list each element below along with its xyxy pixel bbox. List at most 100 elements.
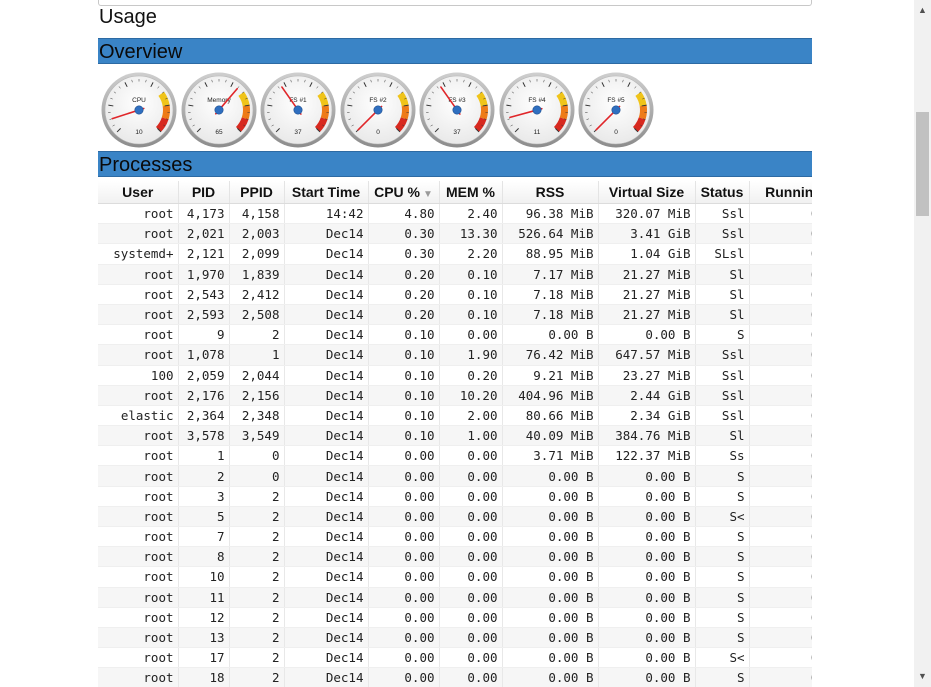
column-header-mem[interactable]: MEM % — [439, 181, 503, 204]
table-cell: 7.17 MiB — [502, 264, 599, 285]
table-cell: 0.10 — [368, 324, 440, 346]
sort-descending-icon[interactable]: ▼ — [423, 189, 433, 200]
table-cell: 647.57 MiB — [598, 344, 696, 366]
table-row[interactable]: root 2,543 2,412 Dec14 0.20 0.10 7.18 MiB 21.27… — [98, 284, 812, 305]
table-row[interactable]: root182Dec140.000.000.00 B0.00 BS00: — [98, 667, 812, 687]
table-row[interactable]: elastic 2,364 2,348 Dec14 0.10 2.00 80.66 MiB 2… — [98, 405, 812, 427]
usage-title: Usage — [99, 6, 157, 28]
table-cell: Ssl — [695, 365, 750, 386]
processes-table-viewport[interactable]: User PID PPID Start Time CPU % ▼ MEM % RSS Virtu… — [98, 181, 812, 687]
table-cell: 0.00 B — [598, 607, 696, 628]
column-header-pid[interactable]: PID — [178, 181, 230, 204]
table-cell: 00: — [749, 445, 812, 467]
table-cell: root — [98, 647, 179, 669]
table-cell: 1 — [178, 445, 230, 467]
table-row[interactable]: root 1,078 1 Dec14 0.10 1.90 76.42 MiB 647.57 M… — [98, 344, 812, 366]
table-row[interactable]: root 4,173 4,158 14:42 4.80 2.40 96.38 MiB 320.… — [98, 203, 812, 225]
table-cell: root — [98, 264, 179, 285]
table-cell: Dec14 — [284, 506, 369, 528]
table-cell: 0.00 — [439, 627, 503, 649]
table-cell: Dec14 — [284, 304, 369, 326]
table-row[interactable]: 100 2,059 2,044 Dec14 0.10 0.20 9.21 MiB 23.27 … — [98, 365, 812, 386]
table-cell: 0.30 — [368, 223, 440, 245]
table-row[interactable]: root112Dec140.000.000.00 B0.00 BS00: — [98, 587, 812, 608]
table-cell: Dec14 — [284, 324, 369, 346]
gauge-fs-3: FS #3 37 — [418, 71, 496, 149]
table-cell: root — [98, 284, 179, 305]
table-row[interactable]: root132Dec140.000.000.00 B0.00 BS00: — [98, 627, 812, 649]
vertical-scrollbar[interactable]: ▲ ▼ — [914, 0, 931, 687]
table-cell: 2 — [229, 546, 285, 568]
table-cell: 00: — [749, 465, 812, 487]
table-cell: 0.00 B — [598, 506, 696, 528]
column-header-running[interactable]: Running — [749, 181, 812, 204]
table-row[interactable]: root72Dec140.000.000.00 B0.00 BS00: — [98, 526, 812, 548]
table-row[interactable]: root122Dec140.000.000.00 B0.00 BS00: — [98, 607, 812, 628]
table-cell: 4,173 — [178, 203, 230, 225]
table-row[interactable]: root10Dec140.000.003.71 MiB122.37 MiBSs0… — [98, 445, 812, 467]
table-cell: 0.00 — [368, 667, 440, 687]
table-row[interactable]: systemd+ 2,121 2,099 Dec14 0.30 2.20 88.95 MiB… — [98, 243, 812, 265]
table-cell: 00: — [749, 385, 812, 406]
table-cell: 0.10 — [368, 365, 440, 386]
table-cell: Dec14 — [284, 566, 369, 588]
table-cell: 7.18 MiB — [502, 284, 599, 305]
table-cell: S — [695, 324, 750, 346]
gauge-fs-5: FS #5 0 — [577, 71, 655, 149]
table-row[interactable]: root 2,593 2,508 Dec14 0.20 0.10 7.18 MiB 21.27… — [98, 304, 812, 326]
table-row[interactable]: root102Dec140.000.000.00 B0.00 BS00: — [98, 566, 812, 588]
table-row[interactable]: root82Dec140.000.000.00 B0.00 BS00: — [98, 546, 812, 568]
column-header-virtual-size[interactable]: Virtual Size — [598, 181, 696, 204]
column-header-cpu[interactable]: CPU % ▼ — [368, 181, 440, 204]
column-header-status[interactable]: Status — [695, 181, 750, 204]
table-row[interactable]: root32Dec140.000.000.00 B0.00 BS00: — [98, 486, 812, 507]
table-cell: Dec14 — [284, 425, 369, 447]
table-cell: S — [695, 587, 750, 608]
table-cell: Dec14 — [284, 587, 369, 608]
table-cell: 00: — [749, 324, 812, 346]
table-row[interactable]: root172Dec140.000.000.00 B0.00 BS<00: — [98, 647, 812, 669]
column-header-ppid[interactable]: PPID — [229, 181, 285, 204]
table-cell: 0.00 — [368, 526, 440, 548]
table-row[interactable]: root 2,176 2,156 Dec14 0.10 10.20 404.96 MiB 2.… — [98, 385, 812, 406]
scroll-up-arrow-icon[interactable]: ▲ — [914, 2, 931, 19]
table-cell: 0.00 B — [598, 465, 696, 487]
scroll-thumb[interactable] — [916, 112, 929, 216]
gauge-hub — [293, 105, 303, 115]
column-header-rss[interactable]: RSS — [502, 181, 599, 204]
table-cell: 0.00 — [368, 607, 440, 628]
table-cell: 0.00 B — [598, 667, 696, 687]
table-row[interactable]: root52Dec140.000.000.00 B0.00 BS<00: — [98, 506, 812, 528]
table-row[interactable]: root 3,578 3,549 Dec14 0.10 1.00 40.09 MiB 384.… — [98, 425, 812, 447]
column-header-user[interactable]: User — [98, 181, 179, 204]
scroll-down-arrow-icon[interactable]: ▼ — [914, 668, 931, 685]
table-cell: 00: — [749, 587, 812, 608]
table-cell: 0.00 — [439, 486, 503, 507]
table-cell: S< — [695, 506, 750, 528]
table-row[interactable]: root92Dec140.100.000.00 B0.00 BS00: — [98, 324, 812, 346]
table-cell: 00: — [749, 566, 812, 588]
table-cell: 0.00 — [439, 607, 503, 628]
table-cell: 0.10 — [439, 284, 503, 305]
table-cell: 0.00 B — [598, 647, 696, 669]
table-cell: 5 — [178, 506, 230, 528]
table-cell: S — [695, 627, 750, 649]
table-cell: 0.00 B — [598, 526, 696, 548]
table-row[interactable]: root 1,970 1,839 Dec14 0.20 0.10 7.17 MiB 21.27… — [98, 264, 812, 285]
table-cell: 0.00 — [368, 506, 440, 528]
table-cell: root — [98, 607, 179, 628]
gauge-hub — [531, 105, 541, 115]
table-row[interactable]: root 2,021 2,003 Dec14 0.30 13.30 526.64 MiB 3.… — [98, 223, 812, 245]
table-cell: 80.66 MiB — [502, 405, 599, 427]
table-cell: root — [98, 506, 179, 528]
table-cell: 00: — [749, 223, 812, 245]
table-cell: 88.95 MiB — [502, 243, 599, 265]
table-cell: 2 — [229, 607, 285, 628]
column-header-start-time[interactable]: Start Time — [284, 181, 369, 204]
table-cell: Dec14 — [284, 667, 369, 687]
table-cell: 2,059 — [178, 365, 230, 386]
gauge-fs-1: FS #1 37 — [259, 71, 337, 149]
table-row[interactable]: root20Dec140.000.000.00 B0.00 BS00: — [98, 465, 812, 487]
table-cell: 2,156 — [229, 385, 285, 406]
table-cell: 122.37 MiB — [598, 445, 696, 467]
